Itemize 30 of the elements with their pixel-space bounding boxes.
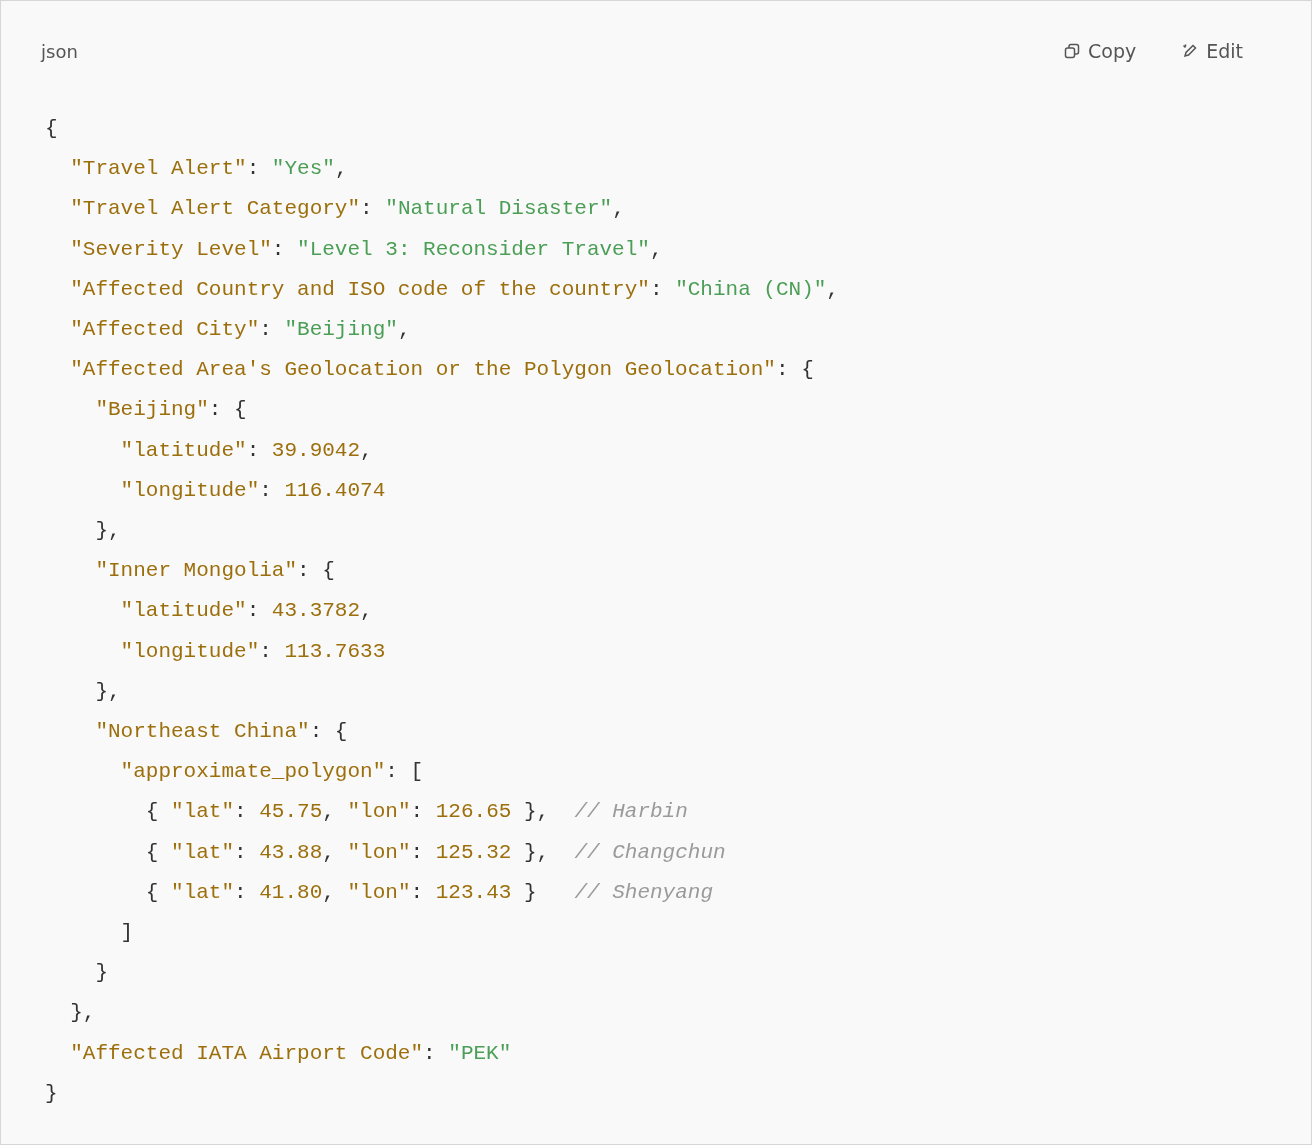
code-line: "Affected Area's Geolocation or the Polygon Geolocation": { <box>69 357 814 384</box>
code-line: { "lat": 45.75, "lon": 126.65 }, // Harbin <box>144 799 688 826</box>
code-line: } <box>45 1080 58 1107</box>
code-line: ] <box>119 920 134 947</box>
code-line: "Affected City": "Beijing", <box>69 317 411 343</box>
code-line: "latitude": 43.3782, <box>119 598 373 625</box>
code-line: "longitude": 113.7633 <box>119 638 386 665</box>
code-line: "Inner Mongolia": { <box>94 558 335 585</box>
copy-button[interactable]: Copy <box>1064 40 1137 62</box>
pencil-icon <box>1182 43 1199 59</box>
code-line: "Travel Alert Category": "Natural Disaster", <box>69 196 625 223</box>
code-line: }, <box>69 1000 96 1027</box>
code-line: }, <box>94 678 121 705</box>
edit-button[interactable]: Edit <box>1182 40 1243 62</box>
code-line: { <box>45 116 58 142</box>
code-line: "latitude": 39.9042, <box>119 437 373 464</box>
copy-icon <box>1064 43 1080 59</box>
code-line: } <box>94 960 108 987</box>
code-line: "Travel Alert": "Yes", <box>69 156 348 183</box>
code-line: "Severity Level": "Level 3: Reconsider Travel", <box>69 236 663 263</box>
code-line: "Affected IATA Airport Code": "PEK" <box>69 1040 512 1067</box>
code-line: }, <box>94 518 121 545</box>
code-line: { "lat": 43.88, "lon": 125.32 }, // Changchun <box>144 839 726 866</box>
code-line: "Beijing": { <box>94 397 247 424</box>
code-line: "longitude": 116.4074 <box>119 477 386 504</box>
language-label: json <box>41 40 79 62</box>
code-line: { "lat": 41.80, "lon": 123.43 } // Shenyang <box>144 879 713 906</box>
code-line: "approximate_polygon": [ <box>119 759 424 786</box>
code-line: "Affected Country and ISO code of the country": "China (CN)", <box>69 276 839 303</box>
code-line: "Northeast China": { <box>94 719 348 746</box>
